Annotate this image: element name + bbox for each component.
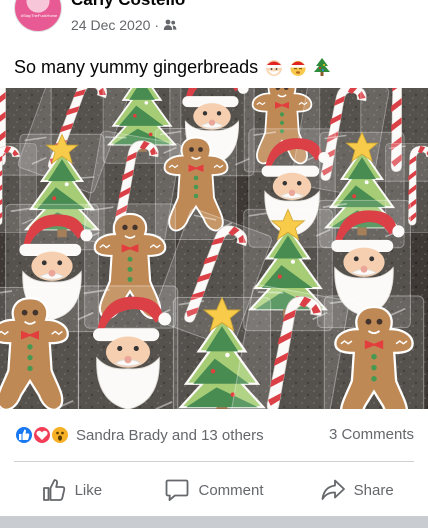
avatar[interactable]: #StayTheFuckHome [14,0,62,32]
more-icon [384,0,408,4]
like-reaction-icon [14,425,34,445]
cookies-layer [0,88,428,409]
christmas-tree-emoji [314,58,331,76]
santa-emoji [266,60,283,76]
gingerbread-man-cookie [323,294,425,409]
caption-text: So many yummy gingerbreads [14,57,259,77]
post-caption: So many yummy gingerbreads [14,55,332,79]
gingerbread-man-cookie [0,286,80,409]
friends-icon [163,19,177,30]
reactions-summary[interactable]: Sandra Brady and 13 others [14,423,264,447]
post-header: #StayTheFuckHome Carly Costello 24 Dec 2… [0,0,428,44]
santa-cookie [77,284,179,409]
share-icon [321,479,345,500]
caption-emojis [264,57,332,77]
post-actions: Like Comment Share [0,470,428,510]
share-button[interactable]: Share [285,470,428,510]
like-label: Like [74,481,103,499]
meta-separator: · [154,17,160,33]
love-reaction-icon [32,425,52,445]
more-options-button[interactable] [384,0,408,4]
post-photo[interactable] [0,88,428,409]
like-button[interactable]: Like [0,470,143,510]
comment-label: Comment [198,481,264,499]
post-author[interactable]: Carly Costello [71,0,185,10]
mrs-claus-emoji [290,61,306,76]
post-meta: 24 Dec 2020 · [71,16,177,34]
post-date[interactable]: 24 Dec 2020 [71,16,150,34]
comment-button[interactable]: Comment [143,470,286,510]
gingerbread-cookies-photo [0,88,428,409]
divider [14,461,414,462]
bottom-bar [0,516,428,528]
share-label: Share [353,481,394,499]
avatar-text: #StayTheFuckHome [20,13,58,18]
comments-count[interactable]: 3 Comments [329,426,414,443]
reaction-icons [14,424,74,446]
like-icon [42,479,65,501]
wow-reaction-icon [50,425,70,445]
comment-icon [166,479,189,501]
reaction-names[interactable]: Sandra Brady and 13 others [76,427,264,444]
